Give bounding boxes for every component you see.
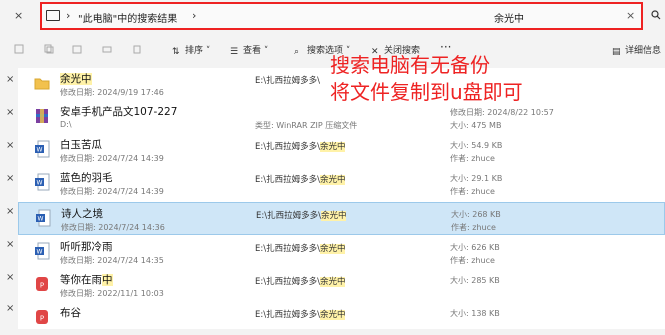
file-name: 白玉苦瓜 [60,139,102,151]
file-size: 大小: 626 KB [450,243,500,252]
file-author: 作者: zhuce [451,223,496,232]
view-icon: ☰ [230,47,239,57]
file-modified: 修改日期: 2024/7/24 14:39 [60,154,164,163]
pdf-icon: P [36,277,48,291]
file-author: 作者: zhuce [450,256,495,265]
svg-text:W: W [38,216,44,223]
search-icon[interactable] [651,10,661,20]
file-size: 大小: 29.1 KB [450,174,503,183]
file-row[interactable]: W 白玉苦瓜 修改日期: 2024/7/24 14:39 E:\扎西拉姆多多\余… [18,134,665,167]
search-options-icon: ⌕ [294,47,300,57]
file-path: E:\扎西拉姆多多\余光中 [255,277,346,287]
sort-icon: ⇅ [172,47,180,57]
close-tab-button[interactable]: × [14,9,23,22]
file-size: 大小: 268 KB [451,210,501,219]
file-modified: 修改日期: 2024/9/19 17:46 [60,88,164,97]
row-close-icon[interactable]: × [6,272,14,283]
word-doc-icon: W [36,209,51,227]
row-close-icon[interactable]: × [6,107,14,118]
file-path: E:\扎西拉姆多多\ [255,76,320,86]
row-close-icon[interactable]: × [6,206,14,217]
file-name: 安卓手机产品文107-227 [60,106,178,118]
word-doc-icon: W [35,242,50,260]
svg-text:P: P [40,315,44,323]
row-close-icon[interactable]: × [6,303,14,314]
folder-icon [34,78,50,90]
paste-icon[interactable] [72,44,82,54]
file-name: 听听那冷雨 [60,241,113,253]
file-author: 作者: zhuce [450,154,495,163]
clear-search-button[interactable]: × [626,9,635,22]
row-close-icon[interactable]: × [6,74,14,85]
file-path: E:\扎西拉姆多多\余光中 [255,175,346,185]
file-path: E:\扎西拉姆多多\余光中 [255,310,346,320]
pdf-icon: P [36,310,48,324]
chevron-right-icon[interactable]: › [66,9,70,22]
annotation-line-1: 搜索电脑有无备份 [330,53,490,77]
file-row[interactable]: P 等你在雨中 修改日期: 2022/11/1 10:03 E:\扎西拉姆多多\… [18,269,665,302]
computer-icon [46,10,60,21]
file-name: 诗人之境 [61,208,103,220]
file-row[interactable]: W 听听那冷雨 修改日期: 2024/7/24 14:35 E:\扎西拉姆多多\… [18,236,665,269]
address-bar-area: × › "此电脑"中的搜索结果 › 余光中 × [0,0,665,36]
rename-icon[interactable] [102,44,112,54]
file-name: 等你在雨中 [60,274,113,286]
svg-text:P: P [40,282,44,290]
file-name: 余光中 [60,73,92,85]
search-input[interactable]: 余光中 [494,10,524,25]
row-close-icon[interactable]: × [6,173,14,184]
sort-button[interactable]: ⇅ 排序 ˅ [172,43,210,57]
breadcrumb[interactable]: "此电脑"中的搜索结果 [78,10,177,25]
zip-archive-icon [36,109,48,123]
file-row-selected[interactable]: W 诗人之境 修改日期: 2024/7/24 14:36 E:\扎西拉姆多多\余… [18,202,665,235]
word-doc-icon: W [35,140,50,158]
file-name: 蓝色的羽毛 [60,172,113,184]
row-close-icon[interactable]: × [6,140,14,151]
delete-icon[interactable] [132,44,142,54]
svg-text:W: W [37,249,43,256]
address-bar[interactable]: › "此电脑"中的搜索结果 › 余光中 × [40,2,643,30]
file-path: E:\扎西拉姆多多\余光中 [255,142,346,152]
file-size: 大小: 475 MB [450,121,502,130]
details-pane-icon: ▤ [612,47,621,57]
details-button[interactable]: ▤ 详细信息 [612,43,661,57]
svg-text:W: W [37,180,43,187]
file-path: E:\扎西拉姆多多\余光中 [255,244,346,254]
row-close-icon[interactable]: × [6,239,14,250]
file-name: 布谷 [60,307,81,319]
annotation-overlay: 搜索电脑有无备份 将文件复制到u盘即可 [330,52,523,106]
file-type: 类型: WinRAR ZIP 压缩文件 [255,121,358,130]
file-path: E:\扎西拉姆多多\余光中 [256,211,347,221]
file-author: 作者: zhuce [450,187,495,196]
svg-text:W: W [37,147,43,154]
file-modified: 修改日期: 2022/11/1 10:03 [60,289,164,298]
file-size: 大小: 138 KB [450,309,500,318]
word-doc-icon: W [35,173,50,191]
file-row[interactable]: W 蓝色的羽毛 修改日期: 2024/7/24 14:39 E:\扎西拉姆多多\… [18,167,665,200]
chevron-right-icon[interactable]: › [192,9,196,22]
file-modified: 修改日期: 2024/7/24 14:36 [61,223,165,232]
file-size: 大小: 285 KB [450,276,500,285]
file-modified: 修改日期: 2024/7/24 14:39 [60,187,164,196]
file-row[interactable]: P 布谷 E:\扎西拉姆多多\余光中 大小: 138 KB [18,302,665,335]
new-item-icon[interactable] [14,44,24,54]
annotation-line-2: 将文件复制到u盘即可 [330,80,523,104]
file-size: 大小: 54.9 KB [450,141,503,150]
file-modified: 修改日期: 2024/8/22 10:57 [450,108,554,117]
file-location: D:\ [60,120,72,129]
view-button[interactable]: ☰ 查看 ˅ [230,43,268,57]
file-list: 余光中 修改日期: 2024/9/19 17:46 E:\扎西拉姆多多\ 安卓手… [18,68,665,329]
file-modified: 修改日期: 2024/7/24 14:35 [60,256,164,265]
copy-icon[interactable] [44,44,54,54]
